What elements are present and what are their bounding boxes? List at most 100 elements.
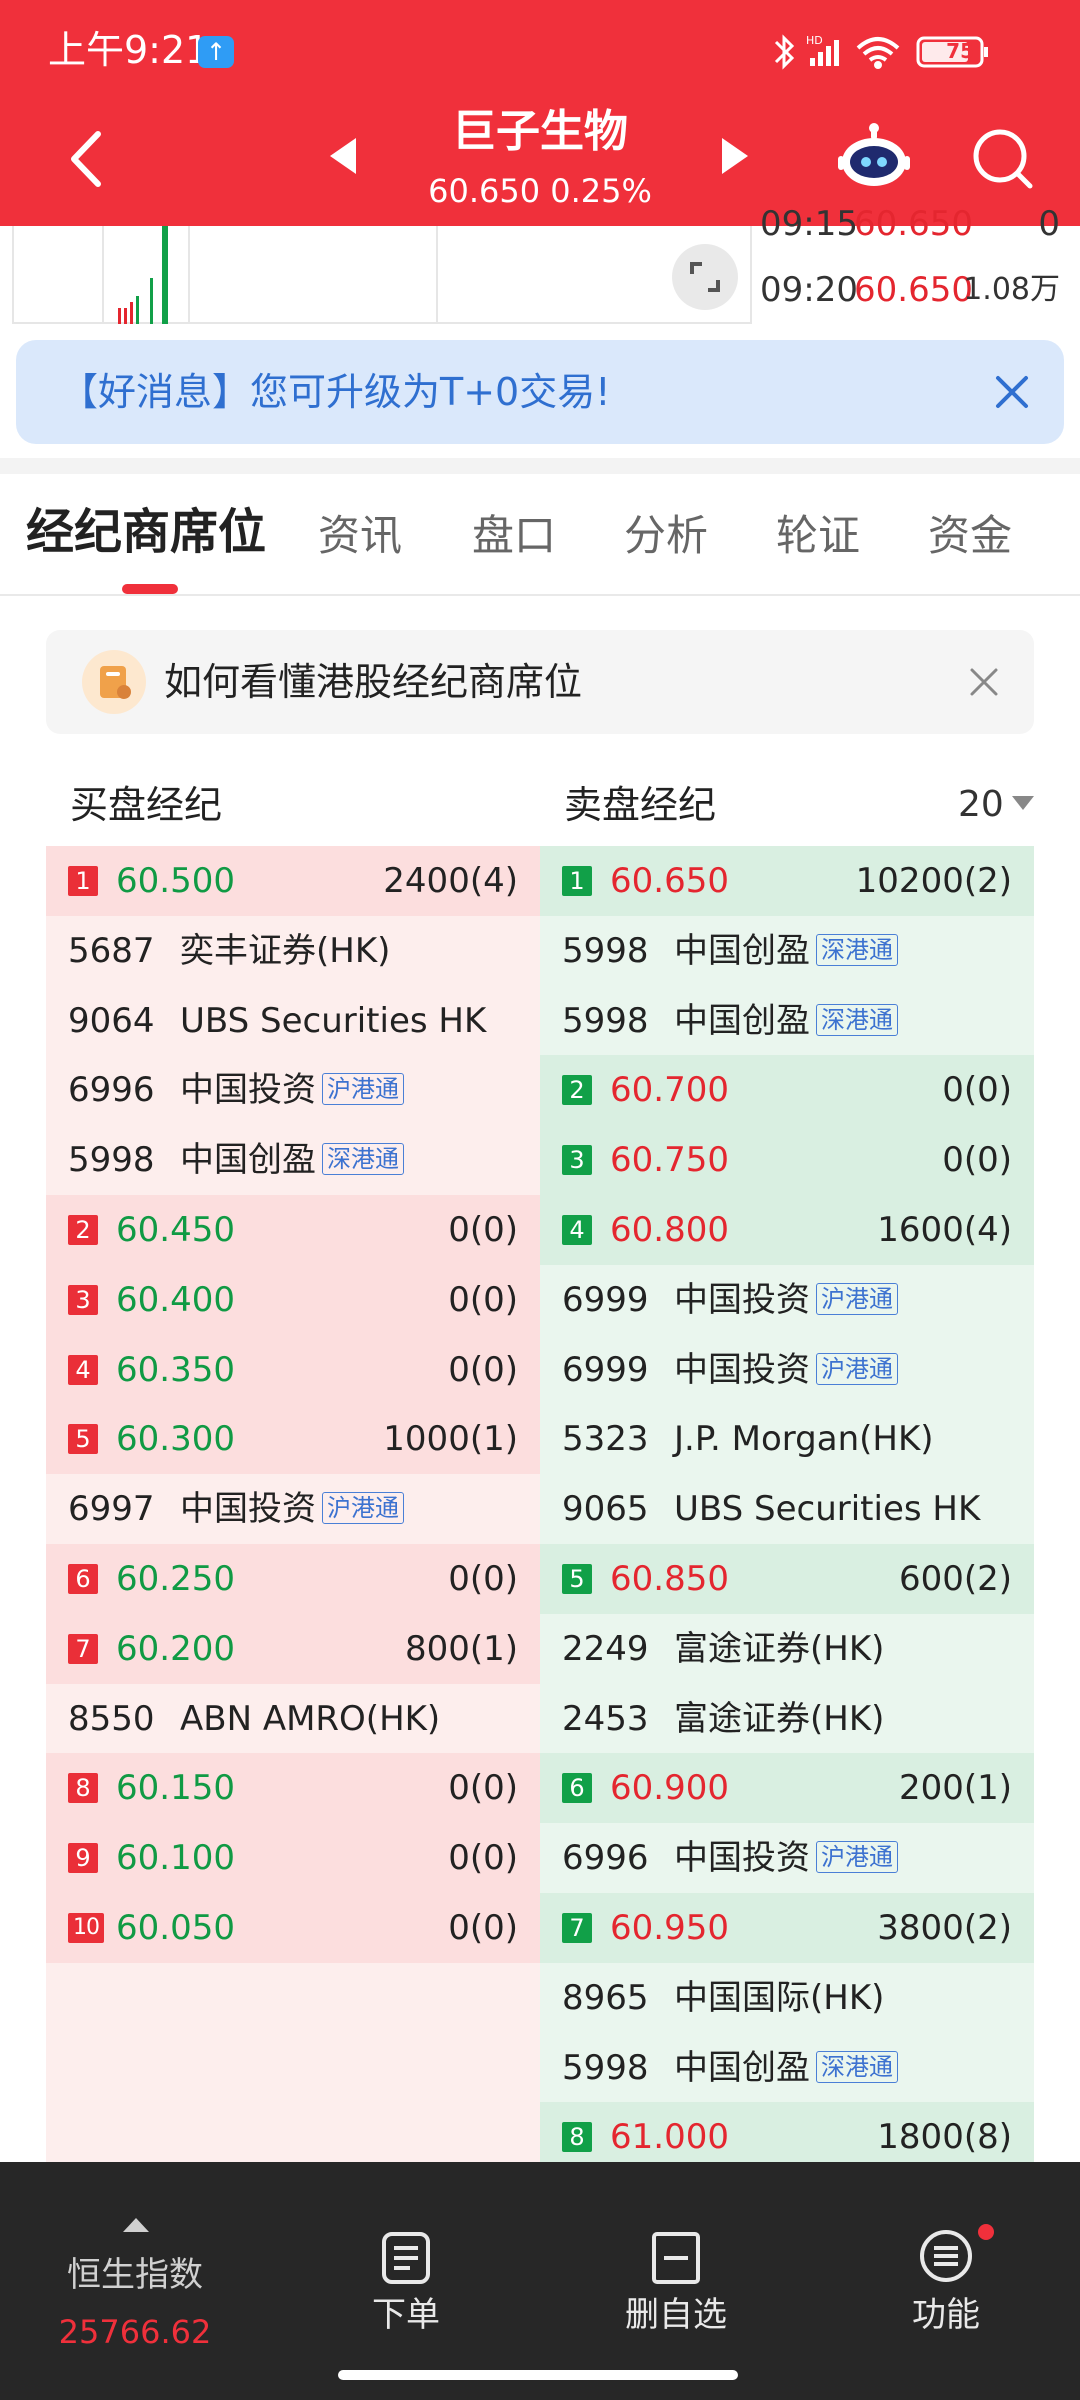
functions-label: 功能 [912, 2295, 980, 2335]
level-price: 60.250 [116, 1559, 235, 1599]
tab-warrants[interactable]: 轮证 [776, 508, 860, 564]
sell-price-level-row[interactable]: 1 60.650 10200(2) [540, 846, 1034, 916]
sell-broker-row[interactable]: 5998 中国创盈 深港通 [540, 2033, 1034, 2103]
mini-chart [12, 226, 752, 324]
buy-price-level-row[interactable]: 8 60.150 0(0) [46, 1753, 540, 1824]
stock-price-change: 60.650 0.25% [428, 172, 652, 210]
sell-broker-row[interactable]: 5998 中国创盈 深港通 [540, 986, 1034, 1056]
search-icon[interactable] [968, 124, 1036, 192]
level-badge: 10 [68, 1913, 104, 1943]
level-badge: 9 [68, 1843, 98, 1874]
chevron-up-icon [123, 2218, 149, 2232]
broker-id: 5998 [562, 930, 649, 971]
hang-seng-index-button[interactable]: 恒生指数 25766.62 [20, 2162, 250, 2362]
sell-broker-row[interactable]: 5998 中国创盈 深港通 [540, 916, 1034, 986]
buy-broker-row[interactable]: 6996 中国投资 沪港通 [46, 1055, 540, 1125]
chevron-down-icon[interactable] [1012, 796, 1034, 810]
sell-broker-row[interactable]: 6996 中国投资 沪港通 [540, 1823, 1034, 1893]
expand-chart-button[interactable] [672, 244, 738, 310]
upgrade-banner[interactable]: 【好消息】您可升级为T+0交易! [16, 340, 1064, 444]
order-button[interactable]: 下单 [326, 2162, 486, 2362]
buy-broker-row[interactable]: 6997 中国投资 沪港通 [46, 1474, 540, 1544]
robot-assistant-icon[interactable] [838, 122, 910, 194]
broker-name: 中国创盈 深港通 [180, 1125, 404, 1195]
tab-order-book[interactable]: 盘口 [472, 508, 556, 564]
depth-selector[interactable]: 20 [958, 770, 1004, 840]
buy-price-level-row[interactable]: 6 60.250 0(0) [46, 1544, 540, 1614]
buy-price-level-row[interactable]: 5 60.300 1000(1) [46, 1404, 540, 1475]
upload-notification-icon: ↑ [198, 36, 234, 68]
buy-price-level-row[interactable]: 10 60.050 0(0) [46, 1893, 540, 1963]
broker-id: 5998 [562, 1000, 649, 1041]
tab-capital[interactable]: 资金 [928, 508, 1012, 564]
buy-price-level-row[interactable]: 7 60.200 800(1) [46, 1613, 540, 1684]
broker-id: 5323 [562, 1419, 649, 1460]
level-price: 60.650 [610, 861, 729, 901]
buy-brokers-header: 买盘经纪 [70, 783, 223, 827]
sell-broker-row[interactable]: 2453 富途证券(HK) [540, 1684, 1034, 1754]
home-indicator[interactable] [338, 2370, 738, 2380]
remove-watchlist-button[interactable]: 删自选 [596, 2162, 756, 2362]
sell-broker-row[interactable]: 2249 富途证券(HK) [540, 1614, 1034, 1684]
level-volume: 1600(4) [877, 1210, 1012, 1250]
buy-broker-row[interactable]: 5687 奕丰证券(HK) [46, 916, 540, 986]
level-volume: 0(0) [448, 1559, 518, 1599]
sell-price-level-row[interactable]: 5 60.850 600(2) [540, 1544, 1034, 1614]
buy-price-level-row[interactable]: 2 60.450 0(0) [46, 1195, 540, 1265]
sell-broker-row[interactable]: 6999 中国投资 沪港通 [540, 1335, 1034, 1405]
broker-id: 5998 [68, 1140, 155, 1181]
level-price: 60.100 [116, 1838, 235, 1879]
signal-icon: HD [806, 34, 839, 66]
broker-name: 中国投资 沪港通 [180, 1474, 404, 1544]
level-price: 60.300 [116, 1419, 235, 1460]
close-icon[interactable] [968, 666, 1000, 698]
tab-analysis[interactable]: 分析 [624, 508, 708, 564]
stock-name: 巨子生物 [452, 106, 628, 157]
buy-broker-row[interactable]: 5998 中国创盈 深港通 [46, 1125, 540, 1195]
level-badge: 2 [562, 1075, 592, 1106]
functions-button[interactable]: 功能 [866, 2162, 1026, 2362]
sell-broker-row[interactable]: 9065 UBS Securities HK [540, 1474, 1034, 1544]
sell-brokers-header: 卖盘经纪 [564, 783, 717, 827]
sell-price-level-row[interactable]: 3 60.750 0(0) [540, 1125, 1034, 1196]
back-arrow-icon[interactable] [60, 124, 120, 194]
buy-price-level-row[interactable]: 1 60.500 2400(4) [46, 846, 540, 916]
app-header: 上午9:21 ↑ HD 75 巨子生物 60.650 0.25% [0, 0, 1080, 226]
tab-broker-seats[interactable]: 经纪商席位 [26, 504, 266, 560]
level-badge: 4 [68, 1354, 98, 1385]
level-volume: 0(0) [448, 1210, 518, 1250]
sell-broker-row[interactable]: 8965 中国国际(HK) [540, 1963, 1034, 2033]
buy-price-level-row[interactable]: 4 60.350 0(0) [46, 1334, 540, 1405]
sell-broker-row[interactable]: 5323 J.P. Morgan(HK) [540, 1404, 1034, 1474]
buy-price-level-row[interactable]: 3 60.400 0(0) [46, 1264, 540, 1335]
tab-news[interactable]: 资讯 [318, 508, 402, 564]
buy-broker-row[interactable]: 9064 UBS Securities HK [46, 986, 540, 1056]
sell-price-level-row[interactable]: 4 60.800 1600(4) [540, 1195, 1034, 1265]
level-price: 60.050 [116, 1908, 235, 1948]
stock-connect-tag: 深港通 [816, 1003, 898, 1036]
broker-id: 2249 [562, 1628, 649, 1669]
buy-broker-row[interactable]: 8550 ABN AMRO(HK) [46, 1684, 540, 1754]
sell-broker-row[interactable]: 6999 中国投资 沪港通 [540, 1265, 1034, 1335]
previous-stock-icon[interactable] [330, 138, 356, 174]
battery-level: 75 [946, 39, 974, 63]
broker-id: 9065 [562, 1489, 649, 1530]
broker-name: 中国投资 沪港通 [674, 1265, 898, 1335]
level-price: 60.150 [116, 1768, 235, 1809]
level-badge: 1 [562, 866, 592, 896]
status-icons: HD [770, 28, 1030, 76]
level-volume: 1000(1) [383, 1419, 518, 1460]
broker-help-tip[interactable]: 如何看懂港股经纪商席位 [46, 630, 1034, 734]
next-stock-icon[interactable] [722, 138, 748, 174]
close-icon[interactable] [994, 374, 1030, 410]
sell-price-level-row[interactable]: 2 60.700 0(0) [540, 1055, 1034, 1126]
level-badge: 3 [68, 1284, 98, 1315]
sell-price-level-row[interactable]: 6 60.900 200(1) [540, 1753, 1034, 1824]
broker-name: 中国投资 沪港通 [180, 1055, 404, 1125]
level-volume: 0(0) [448, 1908, 518, 1948]
broker-name: 富途证券(HK) [674, 1628, 885, 1669]
buy-price-level-row[interactable]: 9 60.100 0(0) [46, 1823, 540, 1894]
stock-connect-tag: 沪港通 [322, 1073, 404, 1106]
sell-price-level-row[interactable]: 7 60.950 3800(2) [540, 1893, 1034, 1963]
remove-watchlist-label: 删自选 [625, 2295, 727, 2335]
